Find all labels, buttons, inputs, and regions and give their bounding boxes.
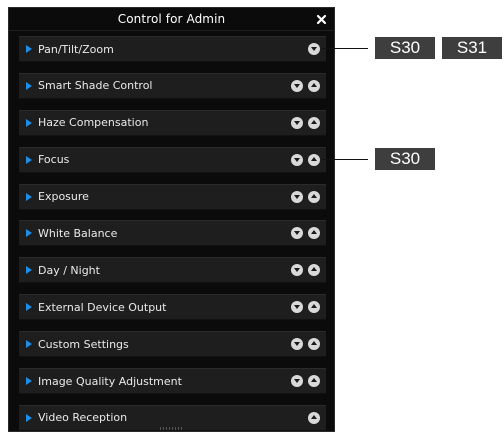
move-down-icon[interactable] <box>291 190 303 203</box>
section-image-quality-adjustment[interactable]: Image Quality Adjustment <box>19 368 326 395</box>
section-label: Haze Compensation <box>38 116 149 130</box>
panel-title: Control for Admin <box>117 12 226 26</box>
section-external-device-output[interactable]: External Device Output <box>19 294 326 321</box>
section-label: Focus <box>38 153 70 167</box>
move-buttons <box>291 301 320 314</box>
section-pan-tilt-zoom[interactable]: Pan/Tilt/Zoom <box>19 36 326 62</box>
control-panel: Control for Admin Pan/Tilt/Zoom Smart Sha… <box>8 7 335 432</box>
section-label: Smart Shade Control <box>38 79 153 93</box>
move-buttons <box>291 227 320 240</box>
section-haze-compensation[interactable]: Haze Compensation <box>19 109 326 136</box>
move-down-icon[interactable] <box>291 264 303 277</box>
section-white-balance[interactable]: White Balance <box>19 220 326 247</box>
move-up-icon[interactable] <box>308 338 320 351</box>
move-up-icon[interactable] <box>308 375 320 388</box>
move-buttons <box>308 411 320 424</box>
move-up-icon[interactable] <box>308 227 320 240</box>
move-down-icon[interactable] <box>291 153 303 166</box>
move-up-icon[interactable] <box>308 301 320 314</box>
section-exposure[interactable]: Exposure <box>19 183 326 210</box>
move-down-icon[interactable] <box>291 116 303 129</box>
move-buttons <box>308 43 320 55</box>
expand-arrow-icon <box>26 413 32 422</box>
move-buttons <box>291 375 320 388</box>
expand-arrow-icon <box>26 303 32 312</box>
section-label: White Balance <box>38 226 118 240</box>
move-up-icon[interactable] <box>308 190 320 203</box>
section-label: External Device Output <box>38 300 167 314</box>
move-up-icon[interactable] <box>308 79 320 92</box>
expand-arrow-icon <box>26 340 32 349</box>
section-focus[interactable]: Focus <box>19 146 326 173</box>
expand-arrow-icon <box>26 118 32 127</box>
move-down-icon[interactable] <box>291 79 303 92</box>
expand-arrow-icon <box>26 266 32 275</box>
callout-badge: S30 <box>375 37 435 59</box>
move-down-icon[interactable] <box>291 301 303 314</box>
move-buttons <box>291 264 320 277</box>
section-label: Image Quality Adjustment <box>38 374 182 388</box>
section-label: Pan/Tilt/Zoom <box>38 42 114 56</box>
move-up-icon[interactable] <box>308 411 320 424</box>
expand-arrow-icon <box>26 192 32 201</box>
expand-arrow-icon <box>26 45 32 53</box>
callout-badge: S31 <box>442 37 502 59</box>
section-day-night[interactable]: Day / Night <box>19 257 326 284</box>
move-down-icon[interactable] <box>308 43 320 55</box>
control-list: Pan/Tilt/Zoom Smart Shade Control Haze Com… <box>19 36 326 431</box>
callout-badge: S30 <box>375 148 435 170</box>
move-up-icon[interactable] <box>308 153 320 166</box>
move-buttons <box>291 153 320 166</box>
move-down-icon[interactable] <box>291 338 303 351</box>
move-buttons <box>291 338 320 351</box>
move-buttons <box>291 190 320 203</box>
close-icon[interactable] <box>314 12 328 26</box>
section-label: Video Reception <box>38 411 128 425</box>
expand-arrow-icon <box>26 155 32 164</box>
callout-leader-line <box>322 48 368 49</box>
resize-grip[interactable] <box>159 427 184 430</box>
move-down-icon[interactable] <box>291 227 303 240</box>
move-up-icon[interactable] <box>308 264 320 277</box>
callout-leader-line <box>322 159 368 160</box>
section-label: Exposure <box>38 190 89 204</box>
panel-titlebar: Control for Admin <box>9 8 334 31</box>
section-smart-shade-control[interactable]: Smart Shade Control <box>19 72 326 99</box>
move-buttons <box>291 79 320 92</box>
expand-arrow-icon <box>26 229 32 238</box>
move-up-icon[interactable] <box>308 116 320 129</box>
section-custom-settings[interactable]: Custom Settings <box>19 331 326 358</box>
expand-arrow-icon <box>26 81 32 90</box>
section-label: Day / Night <box>38 263 100 277</box>
move-down-icon[interactable] <box>291 375 303 388</box>
expand-arrow-icon <box>26 377 32 386</box>
section-label: Custom Settings <box>38 337 129 351</box>
move-buttons <box>291 116 320 129</box>
